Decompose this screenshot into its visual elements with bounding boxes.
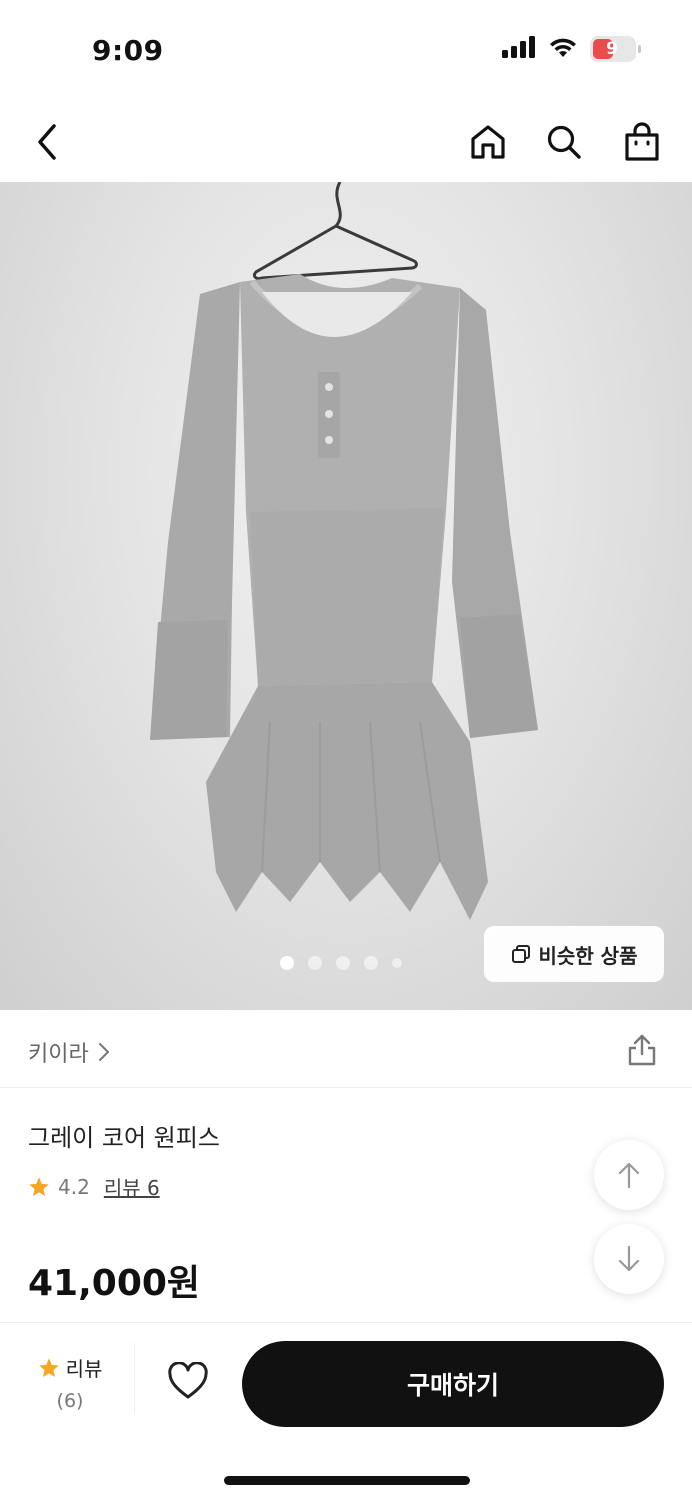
wifi-icon [548,36,578,62]
arrow-up-icon [618,1162,640,1189]
product-title: 그레이 코어 원피스 [28,1124,220,1152]
gallery-dot-1[interactable] [280,956,294,970]
similar-products-label: 비슷한 상품 [538,943,638,968]
star-icon [38,1357,59,1377]
back-arrow-icon [38,124,56,160]
cart-button[interactable] [620,120,664,164]
gallery-dot-4[interactable] [364,956,378,970]
top-nav [0,100,692,182]
product-price: 41,000원 [28,1263,201,1304]
status-bar: 9:09 9 [0,0,692,100]
chevron-right-icon [98,1043,109,1061]
review-summary-button[interactable]: 리뷰 (6) [34,1353,106,1412]
home-button[interactable] [466,120,510,164]
home-icon [471,125,505,159]
brand-row: 키이라 [0,1010,692,1088]
buy-button[interactable]: 구매하기 [242,1341,664,1427]
gallery-pagination [280,956,402,970]
copy-icon [511,945,530,963]
bottom-action-bar: 리뷰 (6) 구매하기 [0,1322,692,1432]
gallery-dot-2[interactable] [308,956,322,970]
share-icon [628,1034,656,1066]
product-image [150,182,538,920]
brand-link[interactable]: 키이라 [28,1036,111,1068]
battery-icon: 9 [590,36,641,62]
scroll-top-button[interactable] [594,1140,664,1210]
status-time: 9:09 [92,34,164,67]
similar-products-button[interactable]: 비슷한 상품 [484,926,664,982]
star-icon [29,1176,49,1196]
share-button[interactable] [622,1030,662,1070]
review-link[interactable]: 리뷰 6 [104,1172,160,1201]
scroll-bottom-button[interactable] [594,1224,664,1294]
wishlist-button[interactable] [164,1359,212,1403]
signal-icon [502,36,536,62]
search-icon [547,125,581,159]
gallery-dot-3[interactable] [336,956,350,970]
product-image-gallery[interactable]: 비슷한 상품 [0,182,692,1010]
review-summary-count: (6) [56,1390,84,1412]
arrow-down-icon [618,1245,640,1272]
brand-name: 키이라 [28,1042,89,1067]
gallery-dot-5[interactable] [392,958,402,968]
divider [134,1343,135,1415]
back-button[interactable] [26,120,70,164]
review-summary-label: 리뷰 [65,1357,103,1381]
home-indicator [224,1476,470,1485]
shopping-bag-icon [625,122,659,161]
heart-icon [168,1362,208,1399]
rating-value: 4.2 [58,1174,90,1199]
status-icons: 9 [502,36,641,62]
search-button[interactable] [542,120,586,164]
rating-row: 4.2 리뷰 6 [28,1172,160,1201]
battery-level: 9 [606,39,618,59]
